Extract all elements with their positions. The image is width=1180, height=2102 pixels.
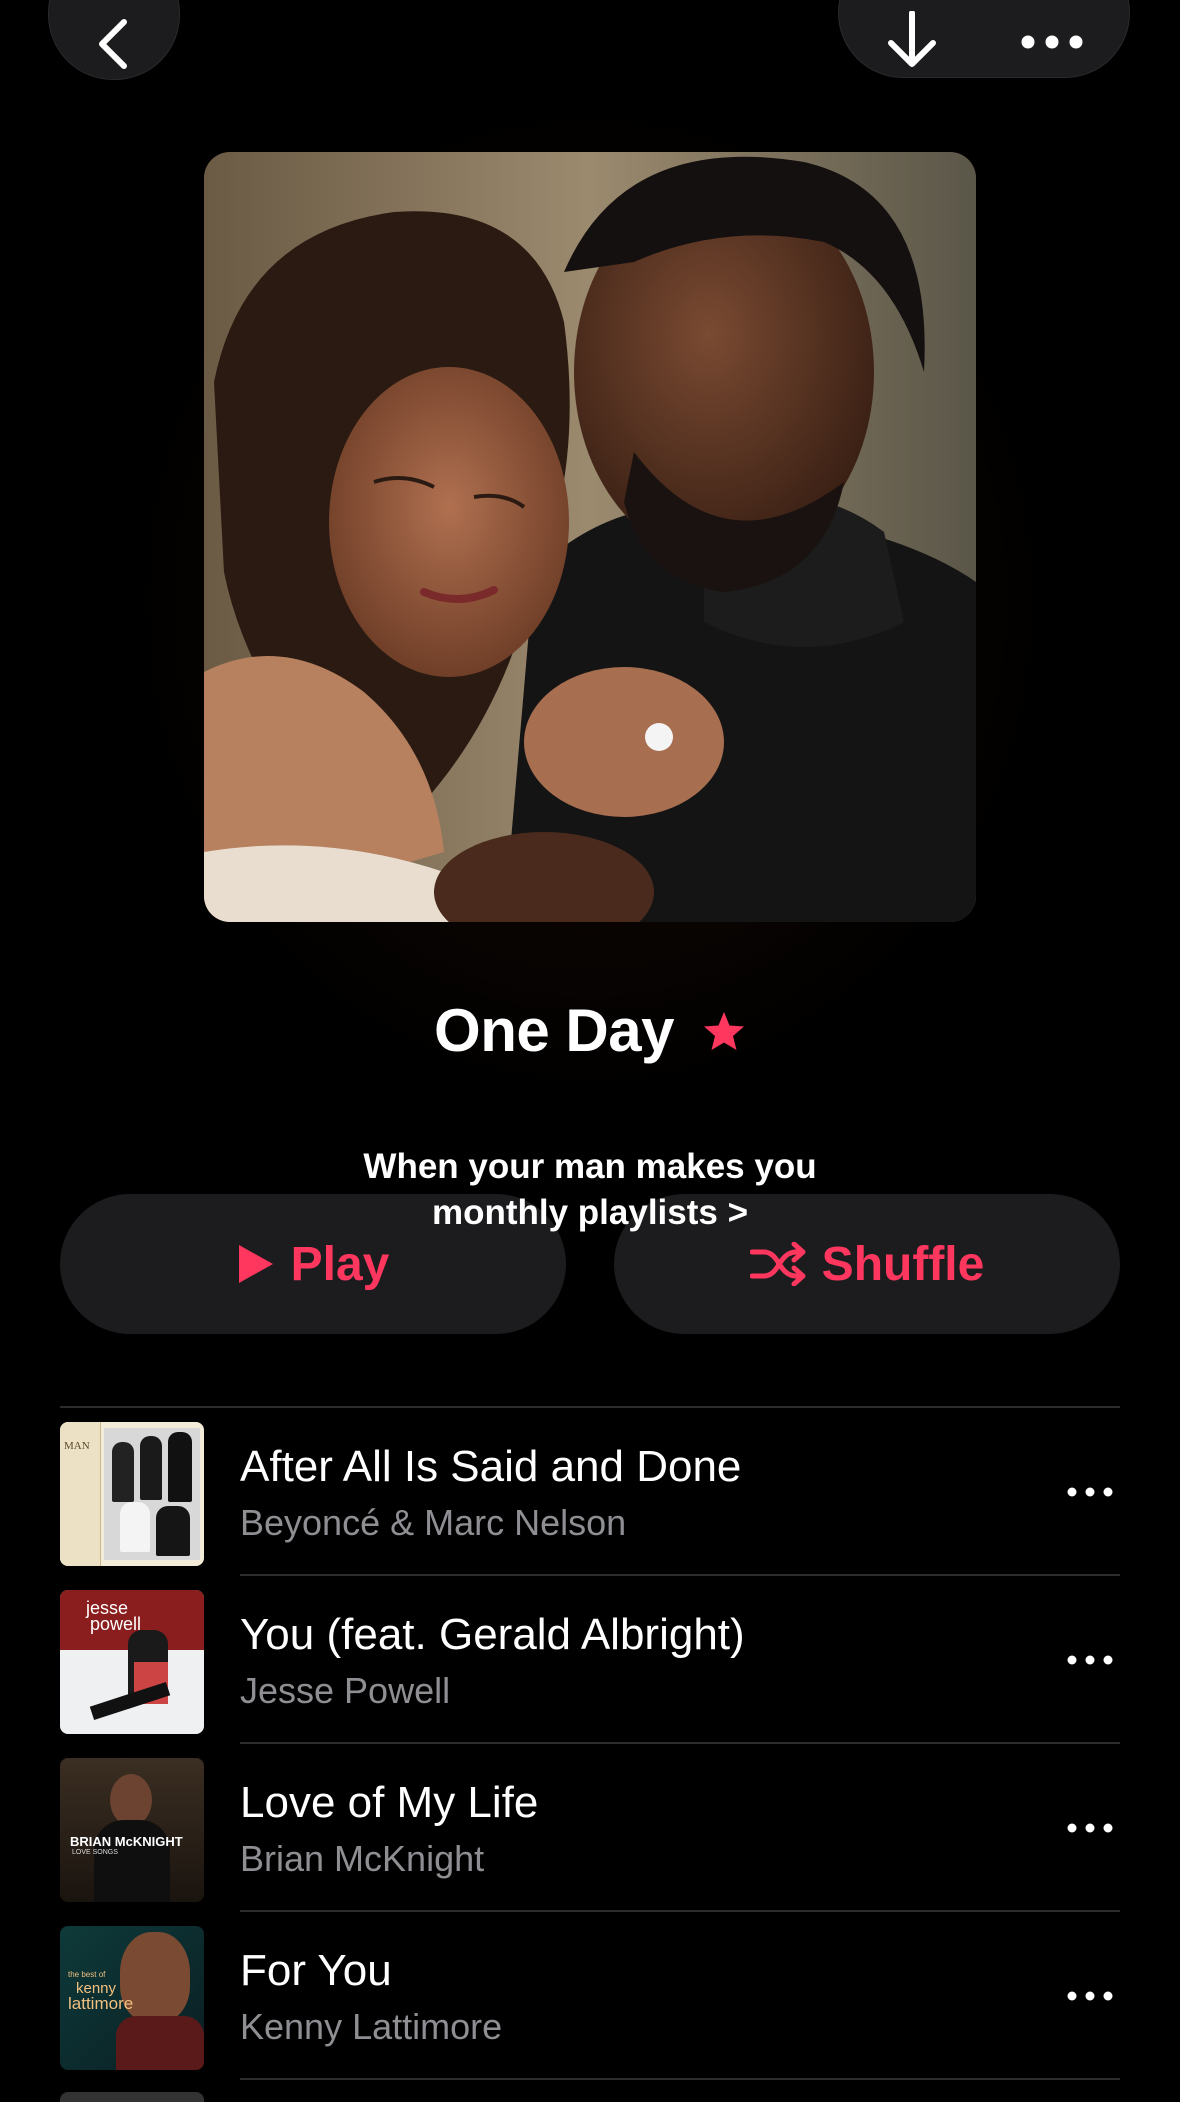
track-artwork: MAN	[60, 1422, 204, 1566]
header-actions-pill	[838, 0, 1130, 78]
ellipsis-icon	[1067, 1487, 1113, 1497]
track-title: Love of My Life	[240, 1778, 539, 1827]
shuffle-label: Shuffle	[821, 1237, 985, 1291]
track-row[interactable]: BRIAN McKNIGHT LOVE SONGS Love of My Lif…	[60, 1744, 1120, 1912]
ellipsis-icon[interactable]	[1021, 35, 1083, 49]
ellipsis-icon	[1067, 1991, 1113, 2001]
description-line-1: When your man makes you	[363, 1147, 817, 1186]
track-more-button[interactable]	[1060, 1472, 1120, 1512]
shuffle-icon	[749, 1242, 806, 1286]
play-icon	[237, 1243, 275, 1285]
track-artwork: the best of kenny lattimore	[60, 1926, 204, 2070]
ellipsis-icon	[1067, 1823, 1113, 1833]
row-divider	[240, 2078, 1120, 2080]
track-more-button[interactable]	[1060, 1976, 1120, 2016]
description-line-2: monthly playlists >	[431, 1193, 749, 1232]
track-title: After All Is Said and Done	[240, 1442, 742, 1491]
playlist-cover-artwork	[204, 152, 976, 922]
track-title: You (feat. Gerald Albright)	[240, 1610, 745, 1659]
track-artist: Kenny Lattimore	[240, 2006, 503, 2047]
playlist-description[interactable]: When your man makes you monthly playlist…	[0, 1144, 1180, 1236]
chevron-left-icon	[94, 18, 134, 70]
ellipsis-icon	[1067, 1655, 1113, 1665]
playlist-title: One Day	[434, 997, 674, 1064]
track-artwork: jesse powell	[60, 1590, 204, 1734]
track-row[interactable]: jesse powell You (feat. Gerald Albright)…	[60, 1576, 1120, 1744]
track-row[interactable]: MAN After All Is Said and Done Beyoncé &…	[60, 1408, 1120, 1576]
track-artist: Beyoncé & Marc Nelson	[240, 1502, 627, 1543]
track-artwork-partial	[60, 2092, 204, 2102]
play-label: Play	[290, 1237, 390, 1291]
track-artwork: BRIAN McKNIGHT LOVE SONGS	[60, 1758, 204, 1902]
track-more-button[interactable]	[1060, 1808, 1120, 1848]
track-artist: Jesse Powell	[240, 1670, 451, 1711]
track-row[interactable]: the best of kenny lattimore For You Kenn…	[60, 1912, 1120, 2080]
star-icon	[702, 1010, 746, 1052]
track-title: For You	[240, 1946, 392, 1995]
track-more-button[interactable]	[1060, 1640, 1120, 1680]
track-artist: Brian McKnight	[240, 1838, 485, 1879]
arrow-down-icon[interactable]	[885, 11, 939, 69]
back-button[interactable]	[48, 0, 180, 80]
